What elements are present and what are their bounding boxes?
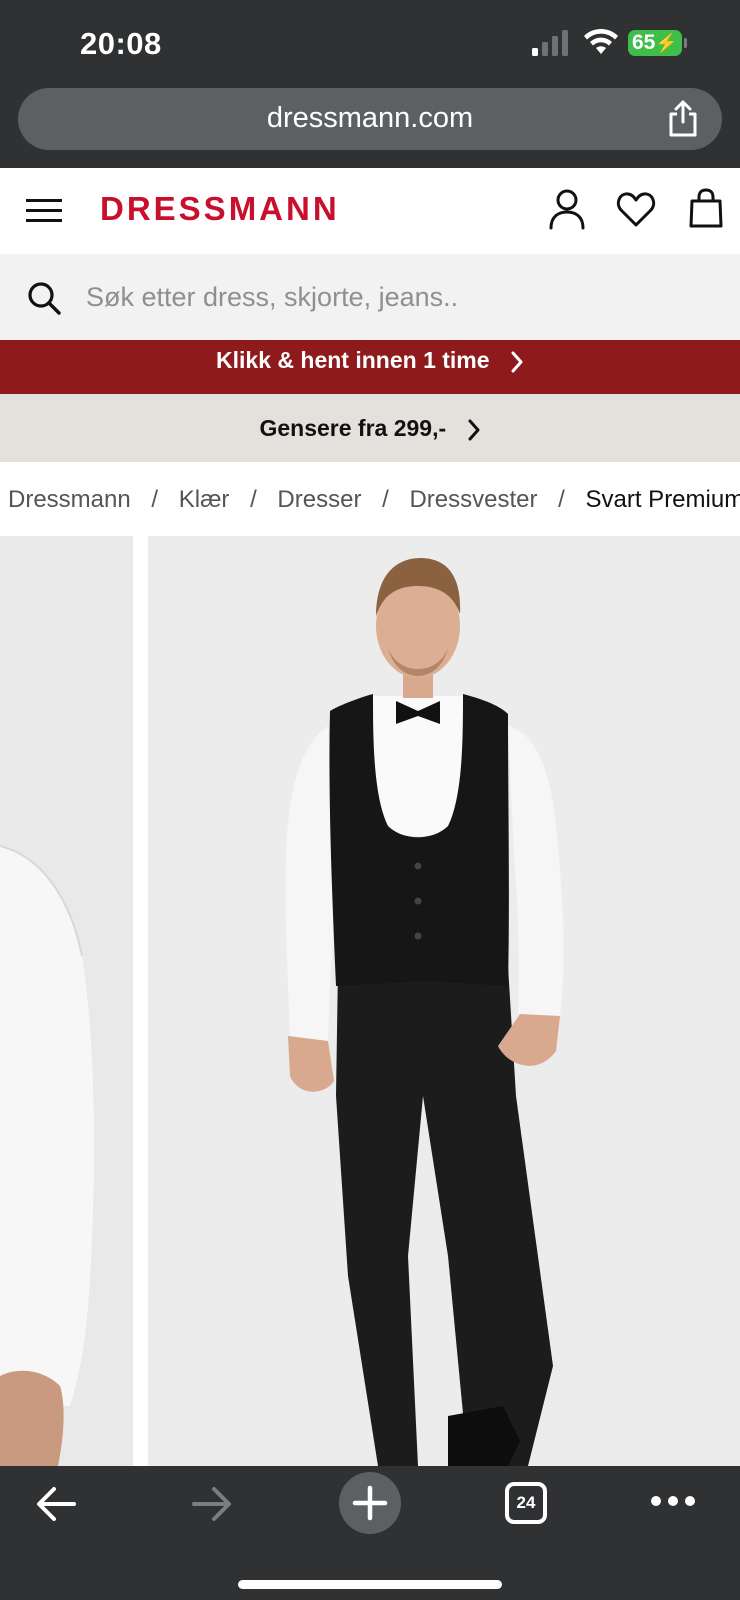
home-indicator[interactable] bbox=[238, 1580, 502, 1589]
sweater-promo-banner[interactable]: Gensere fra 299,- bbox=[0, 394, 740, 462]
breadcrumb-separator: / bbox=[558, 486, 565, 513]
chevron-right-icon bbox=[468, 419, 480, 441]
plus-icon bbox=[352, 1485, 388, 1521]
breadcrumb-item-dressvester[interactable]: Dressvester bbox=[409, 486, 537, 513]
search-icon[interactable] bbox=[26, 280, 62, 316]
breadcrumb: Dressmann / Klær / Dresser / Dressvester… bbox=[0, 462, 740, 536]
breadcrumb-item-dresser[interactable]: Dresser bbox=[277, 486, 361, 513]
menu-icon[interactable] bbox=[26, 196, 62, 224]
breadcrumb-separator: / bbox=[382, 486, 389, 513]
status-time: 20:08 bbox=[80, 26, 162, 61]
charging-bolt-icon: ⚡ bbox=[655, 33, 678, 53]
model-side-illustration bbox=[0, 536, 133, 1466]
new-tab-button[interactable] bbox=[339, 1472, 401, 1534]
tab-switcher-button[interactable]: 24 bbox=[505, 1482, 547, 1524]
search-input[interactable] bbox=[86, 276, 706, 318]
forward-arrow-icon[interactable] bbox=[190, 1484, 234, 1524]
browser-address-area: dressmann.com bbox=[0, 84, 740, 168]
more-options-icon[interactable] bbox=[650, 1494, 696, 1508]
breadcrumb-separator: / bbox=[151, 486, 159, 513]
click-and-collect-banner[interactable]: Klikk & hent innen 1 time bbox=[0, 340, 740, 394]
battery-level: 65 bbox=[632, 31, 656, 54]
breadcrumb-item-dressmann[interactable]: Dressmann bbox=[8, 486, 131, 513]
address-bar[interactable]: dressmann.com bbox=[18, 88, 722, 150]
account-icon[interactable] bbox=[548, 188, 586, 230]
battery-indicator: 65⚡ bbox=[628, 30, 687, 56]
back-arrow-icon[interactable] bbox=[34, 1484, 78, 1524]
share-icon[interactable] bbox=[666, 100, 700, 138]
search-bar bbox=[0, 254, 740, 340]
heart-icon[interactable] bbox=[616, 190, 656, 228]
cellular-signal-icon bbox=[532, 30, 568, 56]
browser-toolbar: 24 bbox=[0, 1466, 740, 1600]
breadcrumb-separator: / bbox=[250, 486, 257, 513]
product-image-main[interactable] bbox=[148, 536, 740, 1466]
banner-grey-text: Gensere fra 299,- bbox=[259, 415, 447, 441]
product-image-gallery[interactable] bbox=[0, 536, 740, 1466]
product-image-previous[interactable] bbox=[0, 536, 133, 1466]
breadcrumb-item-current: Svart Premium bbox=[585, 486, 740, 513]
bag-icon[interactable] bbox=[688, 188, 724, 228]
dressmann-logo[interactable]: DRESSMANN bbox=[100, 190, 340, 228]
model-in-vest-illustration bbox=[148, 536, 740, 1466]
banner-red-text: Klikk & hent innen 1 time bbox=[216, 347, 490, 373]
breadcrumb-item-klaer[interactable]: Klær bbox=[179, 486, 230, 513]
chevron-right-icon bbox=[511, 351, 523, 373]
url-text[interactable]: dressmann.com bbox=[18, 102, 722, 135]
wifi-icon bbox=[584, 28, 618, 54]
status-bar: 20:08 65⚡ bbox=[0, 0, 740, 84]
site-header: DRESSMANN bbox=[0, 168, 740, 254]
